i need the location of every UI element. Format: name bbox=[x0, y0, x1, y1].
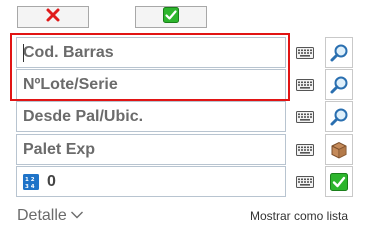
svg-text:1 2: 1 2 bbox=[25, 177, 35, 183]
keyboard-icon[interactable] bbox=[291, 101, 318, 132]
from-pallet-location-placeholder: Desde Pal/Ubic. bbox=[23, 107, 144, 125]
detail-toggle[interactable]: Detalle bbox=[17, 207, 84, 225]
from-pallet-location-input[interactable]: Desde Pal/Ubic. bbox=[16, 101, 286, 132]
export-pallet-placeholder: Palet Exp bbox=[23, 140, 96, 158]
quantity-field[interactable]: 1 2 3 4 0 bbox=[16, 166, 286, 197]
search-icon[interactable] bbox=[325, 37, 353, 68]
keyboard-icon[interactable] bbox=[291, 134, 318, 165]
barcode-placeholder: Cod. Barras bbox=[23, 43, 114, 61]
search-icon[interactable] bbox=[325, 69, 353, 100]
close-icon bbox=[45, 7, 61, 28]
check-icon[interactable] bbox=[325, 166, 353, 197]
cancel-button[interactable] bbox=[17, 6, 89, 28]
quantity-value: 0 bbox=[47, 172, 56, 190]
detail-label: Detalle bbox=[17, 207, 67, 224]
scan-form: Cod. Barras NºLote/Serie Desde Pal/Ubic.… bbox=[0, 0, 373, 240]
export-pallet-input[interactable]: Palet Exp bbox=[16, 134, 286, 165]
svg-text:3 4: 3 4 bbox=[25, 184, 35, 190]
keyboard-icon[interactable] bbox=[291, 69, 318, 100]
keyboard-icon[interactable] bbox=[291, 166, 318, 197]
lot-serial-input[interactable]: NºLote/Serie bbox=[16, 69, 286, 100]
numbers-icon: 1 2 3 4 bbox=[23, 173, 39, 190]
search-icon[interactable] bbox=[325, 101, 353, 132]
text-caret bbox=[23, 44, 24, 62]
check-icon bbox=[163, 6, 179, 28]
keyboard-icon[interactable] bbox=[291, 37, 318, 68]
confirm-button[interactable] bbox=[135, 6, 207, 28]
box-icon[interactable] bbox=[325, 134, 353, 165]
show-as-list-link[interactable]: Mostrar como lista bbox=[250, 209, 348, 223]
lot-serial-placeholder: NºLote/Serie bbox=[23, 75, 118, 93]
barcode-input[interactable]: Cod. Barras bbox=[16, 37, 286, 68]
chevron-down-icon bbox=[70, 207, 84, 225]
